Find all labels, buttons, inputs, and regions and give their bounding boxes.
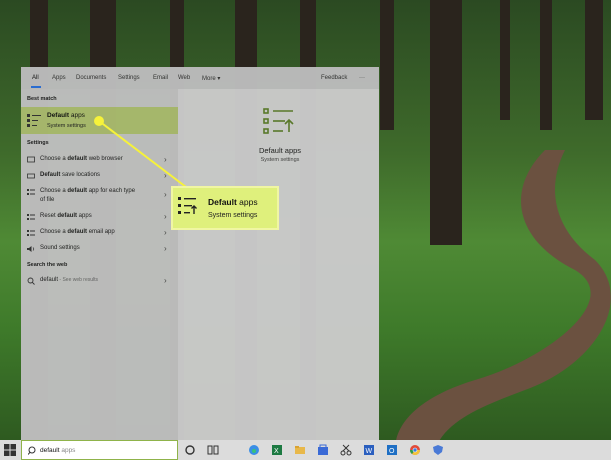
annotation-dot [94, 116, 104, 126]
taskbar-search-box[interactable]: default apps [21, 440, 178, 460]
store-icon[interactable] [317, 444, 329, 456]
excel-icon[interactable]: X [271, 444, 283, 456]
callout-subtitle: System settings [208, 212, 258, 219]
task-view-icon[interactable] [207, 444, 219, 456]
default-apps-icon [178, 197, 197, 214]
callout-title: Default apps [208, 197, 258, 207]
annotation-callout: Default apps System settings [171, 186, 279, 230]
word-icon[interactable]: W [363, 444, 375, 456]
svg-text:X: X [274, 448, 279, 455]
edge-icon[interactable] [248, 444, 260, 456]
snip-icon[interactable] [340, 444, 352, 456]
svg-text:W: W [366, 448, 373, 455]
search-input[interactable]: default apps [40, 447, 75, 454]
annotation-connector [98, 120, 191, 191]
cortana-icon[interactable] [184, 444, 196, 456]
windows-start-icon[interactable] [4, 444, 16, 456]
search-icon [28, 446, 36, 455]
file-explorer-icon[interactable] [294, 444, 306, 456]
taskbar: default apps X W O [0, 440, 611, 460]
chrome-icon[interactable] [409, 444, 421, 456]
shield-icon[interactable] [432, 444, 444, 456]
outlook-icon[interactable]: O [386, 444, 398, 456]
svg-text:O: O [389, 448, 395, 455]
